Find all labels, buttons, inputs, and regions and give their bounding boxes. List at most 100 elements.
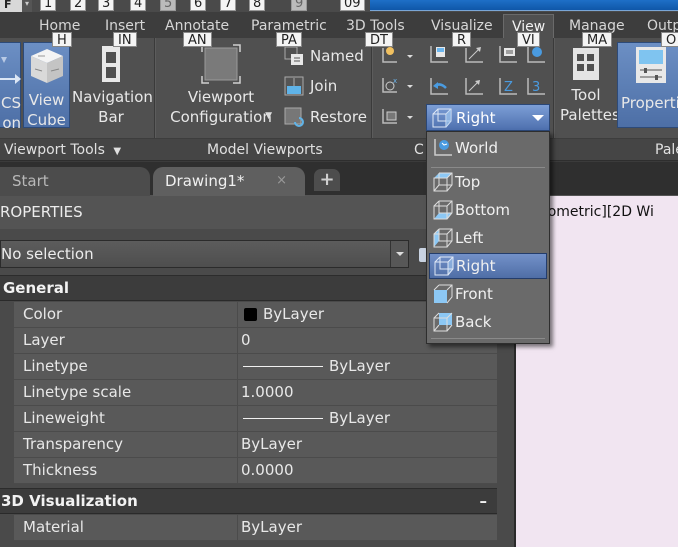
keytip-9: 9 <box>291 0 308 11</box>
view-select-combo[interactable]: Right <box>426 104 550 131</box>
view-menu-label: Front <box>455 285 493 303</box>
view-combo-value: Right <box>456 108 496 127</box>
property-row-linetype[interactable]: Linetype ByLayer <box>14 354 497 380</box>
viewport-configuration-dropdown-icon[interactable]: ▼ <box>265 106 272 126</box>
property-value[interactable]: ByLayer <box>237 432 302 457</box>
view-menu-item-right[interactable]: Right <box>429 253 547 279</box>
ribbon-panel-area: CS on View Cube Navigation Bar Viewport <box>0 38 678 138</box>
property-row-color[interactable]: Color ByLayer <box>14 302 497 328</box>
ucs-object-button[interactable] <box>380 107 414 131</box>
viewport-tools-panel-label[interactable]: Viewport Tools ▼ <box>4 139 121 161</box>
chevron-down-icon[interactable] <box>390 241 408 267</box>
property-row-material[interactable]: Material ByLayer <box>14 515 497 541</box>
view-back-icon <box>433 312 453 332</box>
collapse-icon[interactable]: – <box>480 489 488 513</box>
view-menu-label: Bottom <box>455 201 511 219</box>
property-row-lineweight[interactable]: Lineweight ByLayer <box>14 406 497 432</box>
doc-tab-label: Drawing1* <box>165 172 245 190</box>
property-row-layer[interactable]: Layer 0 <box>14 328 497 354</box>
close-icon[interactable]: × <box>276 167 287 195</box>
named-viewports-button[interactable]: Named <box>284 46 364 66</box>
property-value[interactable]: 1.0000 <box>237 380 294 405</box>
tool-palettes-button[interactable]: Tool Palettes <box>560 42 620 128</box>
viewport-configuration-button[interactable]: Viewport Configuration ▼ <box>168 42 274 128</box>
new-tab-button[interactable]: + <box>314 169 340 191</box>
view-menu-item-back[interactable]: Back <box>429 309 547 335</box>
property-row-thickness[interactable]: Thickness 0.0000 <box>14 458 497 484</box>
view-menu-item-bottom[interactable]: Bottom <box>429 197 547 223</box>
viewport-configuration-icon <box>201 44 241 84</box>
property-value[interactable]: ByLayer <box>237 515 302 540</box>
ucs-view-button[interactable] <box>463 76 485 102</box>
svg-text:Z: Z <box>504 80 513 95</box>
restore-viewports-button[interactable]: Restore <box>284 107 367 127</box>
keytip-output: O <box>661 32 678 48</box>
view-menu-label: Top <box>455 173 481 191</box>
view-menu-item-top[interactable]: Top <box>429 169 547 195</box>
selection-value: No selection <box>1 245 94 263</box>
ucs-named-icon <box>430 46 448 63</box>
ucs-icon-label-1: CS <box>1 94 21 112</box>
restore-viewports-icon <box>284 107 304 127</box>
selection-dropdown[interactable]: No selection <box>0 240 409 268</box>
workspace-switcher[interactable]: F <box>0 0 22 12</box>
view-menu-item-world[interactable]: World <box>429 135 547 161</box>
ucs-previous-button[interactable] <box>428 76 450 102</box>
panel-expand-icon[interactable]: ▼ <box>113 146 121 157</box>
keytip-visualize: R <box>452 32 472 48</box>
join-viewports-button[interactable]: Join <box>284 76 337 96</box>
keytip-09: 09 <box>340 0 365 11</box>
property-value[interactable]: 0 <box>237 328 251 353</box>
doc-tab-start[interactable]: Start <box>0 167 150 196</box>
tool-palettes-label-2: Palettes <box>560 106 620 124</box>
view-menu-item-front[interactable]: Front <box>429 281 547 307</box>
ucs-properties-button[interactable] <box>497 44 519 70</box>
property-value[interactable]: 0.0000 <box>237 458 294 483</box>
property-key: Color <box>23 305 63 323</box>
property-row-transparency[interactable]: Transparency ByLayer <box>14 432 497 458</box>
ucs-rotate-button[interactable]: x <box>380 76 414 100</box>
ucs-icon-button[interactable]: CS on <box>0 42 21 132</box>
view-right-icon <box>432 108 452 127</box>
ucs-z-axis-icon: Z <box>499 78 517 95</box>
ucs-3point-button[interactable]: 3 <box>525 76 547 102</box>
property-value[interactable]: ByLayer <box>237 302 324 327</box>
join-viewports-icon <box>284 76 304 96</box>
join-label: Join <box>310 77 338 95</box>
property-value-text: ByLayer <box>263 305 324 323</box>
property-key: Linetype <box>23 357 88 375</box>
property-row-linetype-scale[interactable]: Linetype scale 1.0000 <box>14 380 497 406</box>
viewport-configuration-label-2: Configuration <box>170 108 272 126</box>
property-value[interactable]: ByLayer <box>237 406 390 431</box>
view-menu-item-left[interactable]: Left <box>429 225 547 251</box>
property-value[interactable]: ByLayer <box>237 354 390 379</box>
properties-palette-label: Propertie <box>621 94 678 112</box>
navigation-bar-button[interactable]: Navigation Bar <box>72 42 153 128</box>
section-title: 3D Visualization <box>1 492 138 510</box>
section-title: General <box>3 279 69 297</box>
ucs-origin-button[interactable] <box>463 44 485 70</box>
ucs-named-button[interactable] <box>428 44 450 70</box>
section-3d-visualization[interactable]: 3D Visualization – <box>0 488 497 514</box>
view-front-icon <box>433 284 453 304</box>
plus-icon: + <box>319 169 335 190</box>
keytip-manage: MA <box>582 32 613 48</box>
doc-tab-drawing1[interactable]: Drawing1* × <box>153 167 305 196</box>
view-dropdown-menu: World Top Bottom Left Right Front Back <box>426 131 550 344</box>
workspace-dropdown-arrow[interactable]: ▾ <box>22 0 32 12</box>
chevron-down-icon[interactable] <box>532 115 544 121</box>
navigation-bar-label-2: Bar <box>98 108 124 126</box>
menu-separator <box>431 338 545 339</box>
section-general[interactable]: General <box>0 275 497 301</box>
quick-access-toolbar: F ▾ 1 2 3 4 5 6 7 8 9 09 <box>0 0 678 12</box>
ucs-light-button[interactable] <box>380 46 414 70</box>
restore-label: Restore <box>310 108 367 126</box>
lineweight-sample <box>243 418 323 419</box>
properties-palette-button[interactable]: Propertie <box>617 42 678 128</box>
viewcube-button[interactable]: View Cube <box>23 42 70 129</box>
viewcube-icon <box>30 49 63 83</box>
navigation-bar-icon <box>102 46 120 82</box>
ucs-z-axis-button[interactable]: Z <box>497 76 519 102</box>
menu-separator <box>431 167 545 168</box>
viewport-configuration-label-1: Viewport <box>187 88 255 106</box>
